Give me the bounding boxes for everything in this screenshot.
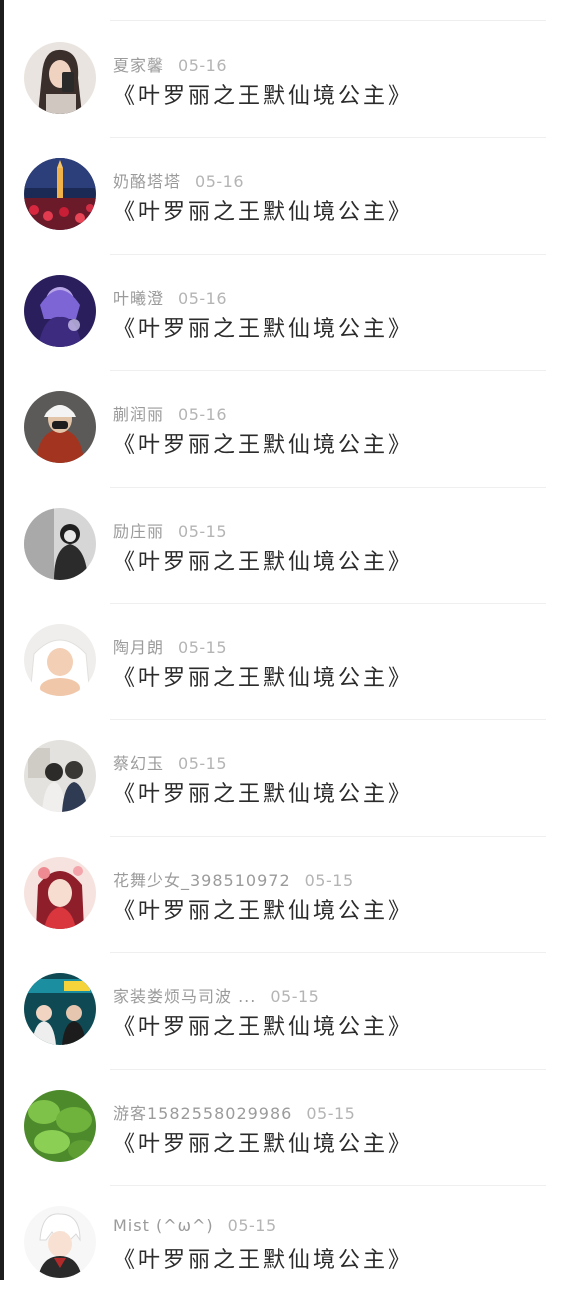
avatar[interactable] <box>24 158 96 231</box>
comment-row[interactable]: 陶月朗 05-15 《叶罗丽之王默仙境公主》 <box>0 604 576 721</box>
comment-date: 05-15 <box>178 637 228 657</box>
comment-row[interactable]: 游客1582558029986 05-15 《叶罗丽之王默仙境公主》 <box>0 1070 576 1186</box>
comment-meta: 花舞少女_398510972 05-15 <box>113 867 354 891</box>
avatar[interactable] <box>24 42 96 114</box>
username[interactable]: 花舞少女_398510972 <box>113 871 291 890</box>
comment-row[interactable]: 奶酪塔塔 05-16 《叶罗丽之王默仙境公主》 <box>0 138 576 255</box>
comment-date: 05-15 <box>178 521 228 541</box>
username[interactable]: Mist (^ω^) <box>113 1216 214 1235</box>
username[interactable]: 奶酪塔塔 <box>113 172 181 191</box>
avatar[interactable] <box>24 1089 96 1162</box>
username[interactable]: 蒯润丽 <box>113 405 164 424</box>
comment-text: 《叶罗丽之王默仙境公主》 <box>113 200 414 226</box>
night-tower-flowers-avatar-icon <box>24 158 96 231</box>
comment-date: 05-15 <box>178 754 228 774</box>
comment-text: 《叶罗丽之王默仙境公主》 <box>113 665 414 691</box>
comment-meta: 蔡幻玉 05-15 <box>113 750 227 774</box>
monochrome-girl-avatar-icon <box>24 507 96 580</box>
comment-meta: 家装娄烦马司波 ... 05-15 <box>113 983 319 1007</box>
person-red-hoodie-cap-avatar-icon <box>24 391 96 464</box>
comment-text: 《叶罗丽之王默仙境公主》 <box>113 1131 414 1157</box>
avatar[interactable] <box>24 740 96 813</box>
username[interactable]: 游客1582558029986 <box>113 1104 292 1123</box>
avatar[interactable] <box>24 623 96 696</box>
comment-meta: 奶酪塔塔 05-16 <box>113 168 244 192</box>
comment-row[interactable]: 励庄丽 05-15 《叶罗丽之王默仙境公主》 <box>0 488 576 604</box>
comment-row[interactable]: 蔡幻玉 05-15 《叶罗丽之王默仙境公主》 <box>0 720 576 837</box>
baby-towel-avatar-icon <box>24 623 96 696</box>
comment-meta: 励庄丽 05-15 <box>113 518 227 542</box>
comment-text: 《叶罗丽之王默仙境公主》 <box>113 433 414 459</box>
comment-meta: 叶曦澄 05-16 <box>113 285 227 309</box>
comment-meta: 蒯润丽 05-16 <box>113 401 227 425</box>
username[interactable]: 陶月朗 <box>113 638 164 657</box>
comment-text: 《叶罗丽之王默仙境公主》 <box>113 316 414 342</box>
comment-meta: 游客1582558029986 05-15 <box>113 1100 355 1124</box>
username[interactable]: 叶曦澄 <box>113 289 164 308</box>
comment-date: 05-16 <box>178 56 228 75</box>
avatar[interactable] <box>24 274 96 347</box>
girl-phone-selfie-avatar-icon <box>24 42 96 114</box>
username[interactable]: 励庄丽 <box>113 522 164 541</box>
comment-row[interactable]: 家装娄烦马司波 ... 05-15 《叶罗丽之王默仙境公主》 <box>0 953 576 1070</box>
comment-date: 05-15 <box>227 1215 277 1235</box>
comment-text: 《叶罗丽之王默仙境公主》 <box>113 549 414 575</box>
comment-row[interactable]: 蒯润丽 05-16 《叶罗丽之王默仙境公主》 <box>0 371 576 488</box>
username[interactable]: 家装娄烦马司波 ... <box>113 987 256 1006</box>
divider <box>110 20 546 21</box>
comment-date: 05-16 <box>178 405 228 425</box>
comment-text: 《叶罗丽之王默仙境公主》 <box>113 782 414 808</box>
comment-text: 《叶罗丽之王默仙境公主》 <box>113 1015 414 1041</box>
comment-meta: Mist (^ω^) 05-15 <box>113 1216 277 1235</box>
comment-text: 《叶罗丽之王默仙境公主》 <box>113 898 414 924</box>
comment-text: 《叶罗丽之王默仙境公主》 <box>113 1247 414 1273</box>
comment-date: 05-15 <box>304 870 354 890</box>
comment-row[interactable]: 叶曦澄 05-16 《叶罗丽之王默仙境公主》 <box>0 255 576 372</box>
avatar[interactable] <box>24 856 96 929</box>
anime-girl-avatar-icon <box>24 856 96 929</box>
avatar[interactable] <box>24 391 96 464</box>
comment-row[interactable]: 花舞少女_398510972 05-15 《叶罗丽之王默仙境公主》 <box>0 837 576 954</box>
comment-row[interactable]: Mist (^ω^) 05-15 《叶罗丽之王默仙境公主》 <box>0 1186 576 1302</box>
white-hair-anime-boy-avatar-icon <box>24 1205 96 1278</box>
comment-meta: 夏家馨 05-16 <box>113 52 227 76</box>
username[interactable]: 蔡幻玉 <box>113 754 164 773</box>
couple-photo-avatar-icon <box>24 740 96 813</box>
comment-row[interactable]: 夏家馨 05-16 《叶罗丽之王默仙境公主》 <box>0 22 576 139</box>
avatar[interactable] <box>24 973 96 1046</box>
comment-text: 《叶罗丽之王默仙境公主》 <box>113 84 414 109</box>
comment-date: 05-16 <box>195 172 245 192</box>
comment-meta: 陶月朗 05-15 <box>113 634 227 658</box>
green-leaves-avatar-icon <box>24 1089 96 1162</box>
avatar[interactable] <box>24 507 96 580</box>
comment-date: 05-15 <box>270 987 320 1007</box>
home-decor-promo-avatar-icon <box>24 973 96 1046</box>
comment-date: 05-16 <box>178 288 228 308</box>
comment-date: 05-15 <box>306 1103 356 1123</box>
avatar[interactable] <box>24 1205 96 1278</box>
comment-list[interactable]: 夏家馨 05-16 《叶罗丽之王默仙境公主》 奶酪塔塔 05-16 《叶罗丽之王默仙… <box>0 22 576 1302</box>
username[interactable]: 夏家馨 <box>113 56 164 75</box>
purple-anime-character-avatar-icon <box>24 274 96 347</box>
